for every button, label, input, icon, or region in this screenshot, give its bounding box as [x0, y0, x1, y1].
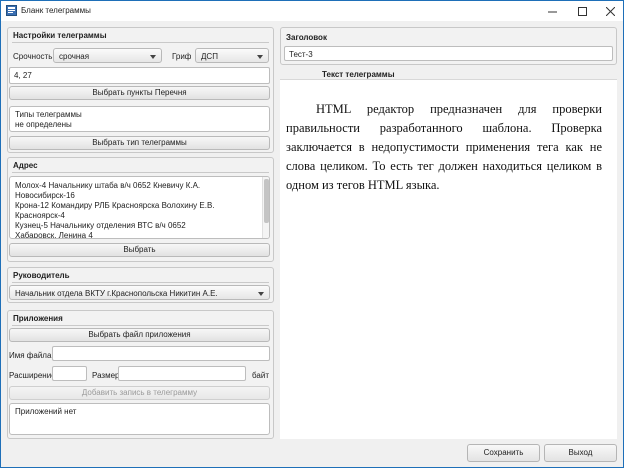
minimize-icon: [547, 11, 557, 12]
exit-button[interactable]: Выход: [544, 444, 617, 462]
main-window: Бланк телеграммы Настройки телеграммы Ср…: [0, 0, 624, 468]
scrollbar-thumb[interactable]: [264, 179, 269, 223]
urgency-label: Срочность: [13, 52, 53, 61]
maximize-button[interactable]: [569, 1, 595, 21]
address-line: Кузнец-5 Начальнику отделения ВТС в/ч 06…: [15, 221, 186, 230]
settings-title: Настройки телеграммы: [13, 31, 107, 40]
title-bar: Бланк телеграммы: [1, 1, 623, 21]
address-list[interactable]: Молох-4 Начальнику штаба в/ч 0652 Кневич…: [9, 176, 270, 239]
attachments-list: Приложений нет: [9, 403, 270, 435]
points-field[interactable]: 4, 27: [9, 67, 270, 84]
divider: [12, 282, 269, 283]
telegram-editor[interactable]: Текст телеграммы HTML редактор предназна…: [280, 68, 617, 439]
header-field[interactable]: Тест-3: [284, 46, 613, 61]
save-button[interactable]: Сохранить: [467, 444, 540, 462]
size-label: Размер: [92, 371, 120, 380]
size-unit: байт: [252, 371, 269, 380]
close-icon: [605, 6, 615, 16]
settings-panel: Настройки телеграммы Срочность срочная Г…: [7, 27, 274, 153]
close-button[interactable]: [597, 1, 623, 21]
divider: [12, 325, 269, 326]
head-panel: Руководитель Начальник отдела ВКТУ г.Кра…: [7, 267, 274, 303]
chevron-down-icon: [150, 55, 156, 59]
maximize-icon: [577, 6, 587, 16]
header-title: Заголовок: [286, 33, 327, 42]
add-record-button[interactable]: Добавить запись в телеграмму: [9, 386, 270, 400]
filename-field[interactable]: [52, 346, 270, 361]
divider: [12, 42, 269, 43]
address-line: Молох-4 Начальнику штаба в/ч 0652 Кневич…: [15, 181, 201, 190]
size-field[interactable]: [118, 366, 246, 381]
editor-title: Текст телеграммы: [322, 70, 395, 79]
header-panel: Заголовок Тест-3: [280, 27, 617, 65]
divider: [12, 172, 269, 173]
extension-label: Расширение: [9, 371, 56, 380]
choose-file-button[interactable]: Выбрать файл приложения: [9, 328, 270, 342]
classification-select[interactable]: ДСП: [195, 48, 269, 63]
address-line: Новосибирск-16: [15, 191, 75, 200]
head-value: Начальник отдела ВКТУ г.Краснопольска Ни…: [15, 289, 218, 298]
app-icon: [6, 5, 17, 16]
select-address-button[interactable]: Выбрать: [9, 243, 270, 257]
address-line: Хабаровск, Ленина 4: [15, 231, 93, 239]
urgency-select[interactable]: срочная: [53, 48, 162, 63]
address-line: Красноярск-4: [15, 211, 65, 220]
types-line: Типы телеграммы: [15, 110, 82, 119]
types-box: Типы телеграммы не определены: [9, 106, 270, 132]
address-panel: Адрес Молох-4 Начальнику штаба в/ч 0652 …: [7, 157, 274, 262]
address-line: Крона-12 Командиру РЛБ Красноярска Волох…: [15, 201, 215, 210]
chevron-down-icon: [258, 292, 264, 296]
head-title: Руководитель: [13, 271, 70, 280]
classification-label: Гриф: [172, 52, 192, 61]
select-points-button[interactable]: Выбрать пункты Перечня: [9, 86, 270, 100]
attachments-panel: Приложения Выбрать файл приложения Имя ф…: [7, 310, 274, 439]
extension-field[interactable]: [52, 366, 87, 381]
classification-value: ДСП: [201, 52, 218, 61]
window-title: Бланк телеграммы: [21, 6, 91, 15]
types-line: не определены: [15, 120, 72, 129]
select-type-button[interactable]: Выбрать тип телеграммы: [9, 136, 270, 150]
urgency-value: срочная: [59, 52, 90, 61]
editor-text[interactable]: HTML редактор предназначен для проверки …: [286, 100, 602, 195]
attachments-title: Приложения: [13, 314, 63, 323]
chevron-down-icon: [257, 55, 263, 59]
attachments-empty-text: Приложений нет: [15, 407, 77, 416]
filename-label: Имя файла: [9, 351, 52, 360]
head-select[interactable]: Начальник отдела ВКТУ г.Краснопольска Ни…: [9, 285, 270, 300]
editor-header: Текст телеграммы: [280, 68, 617, 80]
minimize-button[interactable]: [539, 1, 565, 21]
address-title: Адрес: [13, 161, 38, 170]
address-scrollbar[interactable]: [262, 177, 269, 238]
